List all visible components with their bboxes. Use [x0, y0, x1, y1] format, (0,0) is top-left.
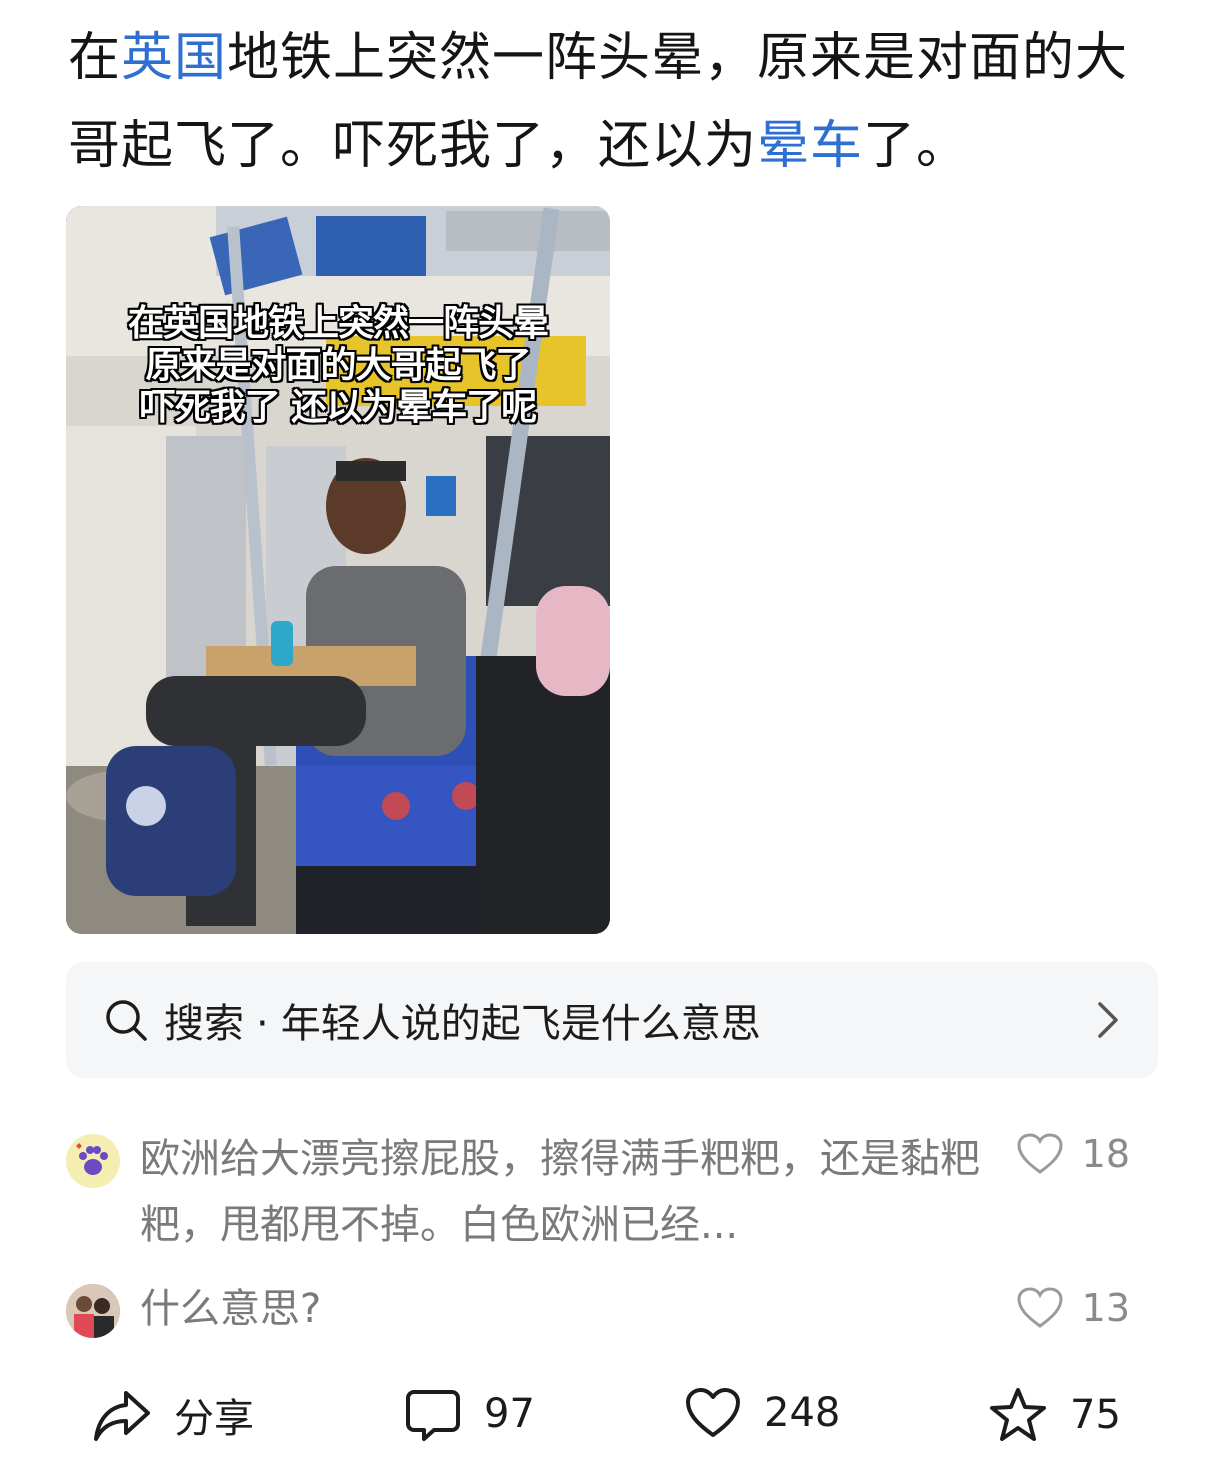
paw-avatar-icon — [66, 1134, 120, 1188]
favorites-count: 75 — [1070, 1392, 1121, 1438]
video-caption-line: 在英国地铁上突然一阵头晕 — [127, 303, 549, 344]
heart-icon — [1017, 1133, 1063, 1174]
likes-count: 248 — [764, 1390, 841, 1436]
related-search-card[interactable]: 搜索 · 年轻人说的起飞是什么意思 — [66, 962, 1158, 1078]
related-search-text: 搜索 · 年轻人说的起飞是什么意思 — [164, 991, 1096, 1049]
video-caption-line: 吓死我了 还以为晕车了呢 — [139, 387, 538, 428]
title-text: 了。 — [863, 116, 970, 176]
avatar[interactable] — [66, 1284, 120, 1338]
search-separator: · — [256, 1001, 269, 1047]
heart-icon — [686, 1388, 740, 1437]
comment-like-button[interactable]: 13 — [1016, 1286, 1130, 1330]
title-link-uk[interactable]: 英国 — [121, 28, 227, 88]
comment-like-button[interactable]: 18 — [1016, 1132, 1130, 1176]
video-caption-line: 原来是对面的大哥起飞了 — [145, 345, 531, 386]
share-label: 分享 — [174, 1396, 254, 1442]
search-query: 年轻人说的起飞是什么意思 — [280, 1001, 761, 1047]
comment-text: 欧洲给大漂亮擦屁股，擦得满手粑粑，还是黏粑粑，甩都甩不掉。白色欧洲已经... — [140, 1136, 980, 1248]
comments-count: 97 — [484, 1391, 535, 1437]
title-link-carsick[interactable]: 晕车 — [757, 116, 863, 176]
search-icon — [106, 1000, 147, 1041]
chevron-right-icon — [1098, 1002, 1118, 1038]
comment-item[interactable]: 欧洲给大漂亮擦屁股，擦得满手粑粑，还是黏粑粑，甩都甩不掉。白色欧洲已经... 1… — [66, 1130, 1158, 1260]
comment-item[interactable]: 什么意思? 13 — [66, 1282, 1158, 1342]
avatar[interactable] — [66, 1134, 120, 1188]
comment-like-count: 13 — [1081, 1286, 1130, 1330]
comment-text: 什么意思? — [140, 1286, 322, 1332]
comment-like-count: 18 — [1081, 1132, 1130, 1176]
post-video[interactable]: 在英国地铁上突然一阵头晕 原来是对面的大哥起飞了 吓死我了 还以为晕车了呢 — [66, 206, 610, 934]
share-icon — [94, 1391, 150, 1441]
post-title: 在英国地铁上突然一阵头晕，原来是对面的大哥起飞了。吓死我了，还以为晕车了。 — [68, 14, 1158, 190]
like-button[interactable]: 248 — [684, 1386, 840, 1440]
search-prefix: 搜索 — [164, 1001, 244, 1047]
comment-icon — [406, 1390, 460, 1441]
bottom-action-bar: 分享 97 248 75 — [0, 1372, 1224, 1462]
title-text: 在 — [68, 28, 122, 88]
share-button[interactable]: 分享 — [92, 1386, 254, 1444]
comments-button[interactable]: 97 — [404, 1386, 535, 1442]
photo-avatar-icon — [66, 1284, 120, 1338]
star-icon — [990, 1388, 1046, 1441]
heart-icon — [1017, 1287, 1063, 1328]
favorite-button[interactable]: 75 — [988, 1386, 1121, 1444]
